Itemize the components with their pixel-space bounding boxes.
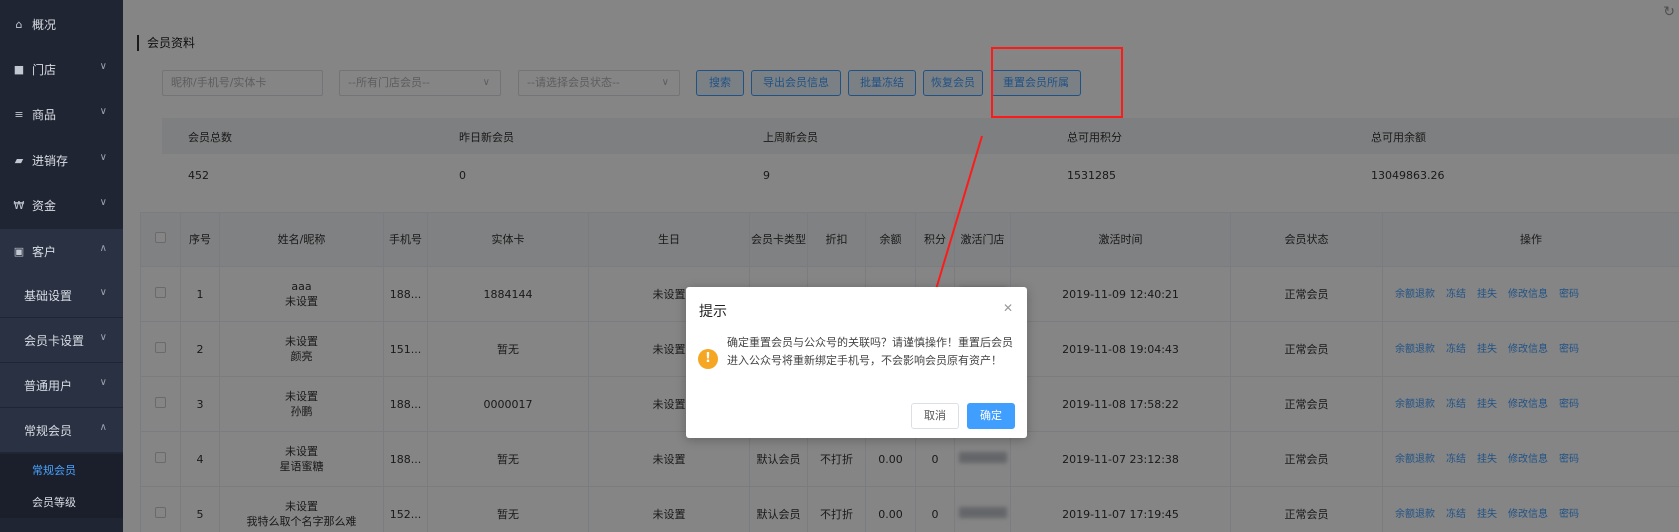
- sidebar-item-products[interactable]: ≡ 商品 ∨: [0, 92, 123, 136]
- sidebar-item-label: 进销存: [32, 153, 69, 168]
- sidebar-item-label: 资金: [32, 198, 57, 213]
- dialog-message: 确定重置会员与公众号的关联吗？请谨慎操作！重置后会员进入公众号将重新绑定手机号，…: [727, 336, 1013, 367]
- warning-icon: !: [698, 349, 718, 369]
- sidebar-leaf-member-levels[interactable]: 会员等级: [0, 486, 123, 518]
- sidebar: ⌂ 概况 ■ 门店 ∨ ≡ 商品 ∨ ▰ 进销存 ∨ ₩ 资金 ∨ ▣ 客户 ∧…: [0, 0, 123, 532]
- chevron-down-icon: ∨: [99, 287, 107, 298]
- sidebar-item-overview[interactable]: ⌂ 概况: [0, 2, 123, 46]
- cancel-button[interactable]: 取消: [911, 403, 959, 429]
- sidebar-item-customers[interactable]: ▣ 客户 ∧: [0, 229, 123, 273]
- currency-icon: ₩: [13, 198, 25, 212]
- document-icon: ■: [13, 62, 25, 76]
- chevron-down-icon: ∨: [99, 106, 107, 117]
- sidebar-item-stores[interactable]: ■ 门店 ∨: [0, 47, 123, 91]
- id-card-icon: ▣: [13, 244, 25, 258]
- confirm-dialog: 提示 ✕ ! 确定重置会员与公众号的关联吗？请谨慎操作！重置后会员进入公众号将重…: [686, 287, 1027, 438]
- sidebar-item-funds[interactable]: ₩ 资金 ∨: [0, 183, 123, 227]
- sidebar-item-label: 客户: [32, 244, 57, 259]
- dialog-title: 提示: [699, 304, 727, 320]
- sidebar-sub-label: 会员卡设置: [24, 333, 85, 348]
- home-icon: ⌂: [15, 17, 23, 31]
- sidebar-sub-regular-members[interactable]: 常规会员 ∧: [0, 408, 123, 452]
- chevron-down-icon: ∨: [99, 197, 107, 208]
- chevron-down-icon: ∨: [99, 152, 107, 163]
- sidebar-item-label: 门店: [32, 62, 57, 77]
- chevron-down-icon: ∨: [99, 61, 107, 72]
- sidebar-sub-label: 常规会员: [24, 423, 73, 438]
- sidebar-item-label: 概况: [32, 17, 57, 32]
- chevron-up-icon: ∧: [99, 422, 107, 433]
- modal-backdrop: [123, 0, 1679, 532]
- truck-icon: ▰: [14, 153, 24, 167]
- chevron-down-icon: ∨: [99, 377, 107, 388]
- sidebar-item-label: 商品: [32, 107, 57, 122]
- sidebar-sub-basic-settings[interactable]: 基础设置 ∨: [0, 273, 123, 317]
- sidebar-sub-label: 普通用户: [24, 378, 73, 393]
- list-icon: ≡: [14, 107, 24, 121]
- annotation-highlight-box: [991, 47, 1123, 118]
- chevron-down-icon: ∨: [99, 332, 107, 343]
- sidebar-leaf-label: 会员等级: [32, 496, 76, 509]
- sidebar-sub-label: 基础设置: [24, 288, 73, 303]
- confirm-button[interactable]: 确定: [967, 403, 1015, 429]
- sidebar-item-inventory[interactable]: ▰ 进销存 ∨: [0, 138, 123, 182]
- sidebar-sub-normal-users[interactable]: 普通用户 ∨: [0, 363, 123, 407]
- chevron-up-icon: ∧: [99, 243, 107, 254]
- sidebar-leaf-label: 常规会员: [32, 464, 76, 477]
- sidebar-sub-card-settings[interactable]: 会员卡设置 ∨: [0, 318, 123, 362]
- close-icon[interactable]: ✕: [1003, 301, 1013, 315]
- sidebar-leaf-regular-members[interactable]: 常规会员: [0, 454, 123, 486]
